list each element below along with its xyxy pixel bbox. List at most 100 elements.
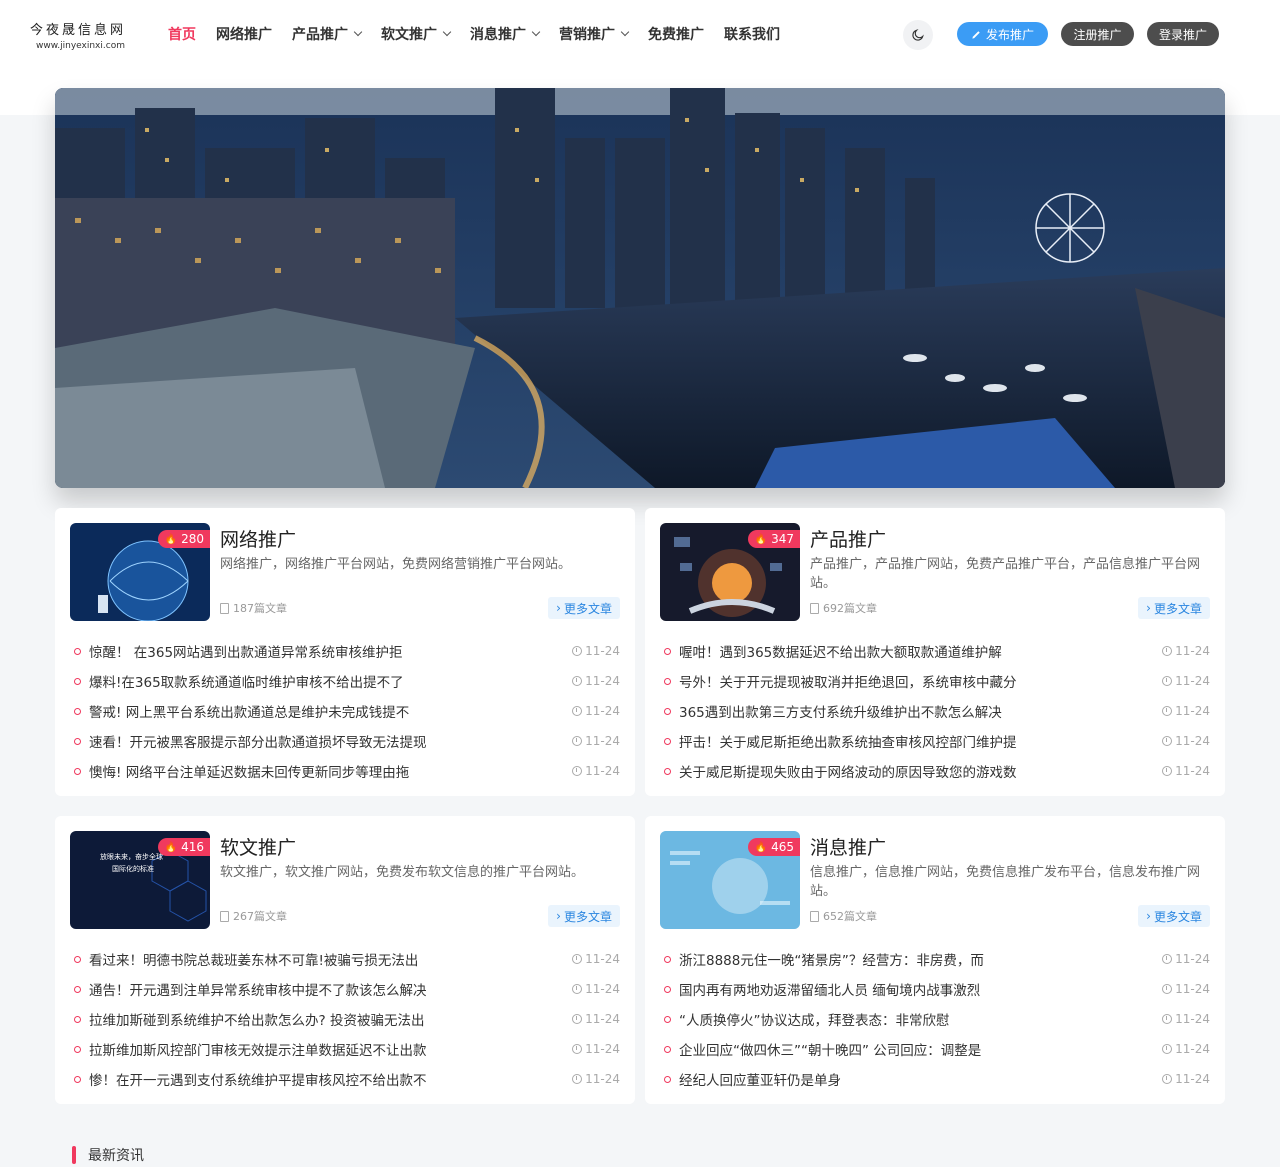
list-item[interactable]: 国内再有两地劝返滞留缅北人员 缅甸境内战事激烈 11-24: [660, 974, 1210, 1004]
list-item[interactable]: 号外！关于开元提现被取消并拒绝退回，系统审核中藏分 11-24: [660, 666, 1210, 696]
category-title[interactable]: 软文推广: [220, 833, 296, 860]
clock-icon: [572, 646, 583, 656]
date-text: 11-24: [1175, 1012, 1210, 1026]
site-logo[interactable]: 今夜晟信息网 www.jinyexinxi.com: [30, 22, 140, 52]
nav-item-2[interactable]: 产品推广: [292, 24, 363, 44]
chevron-down-icon: [353, 27, 363, 37]
more-articles-button[interactable]: › 更多文章: [548, 905, 620, 927]
more-articles-button[interactable]: › 更多文章: [1138, 905, 1210, 927]
bullet-icon: [664, 1045, 671, 1053]
clock-icon: [572, 1074, 583, 1084]
nav-item-1[interactable]: 网络推广: [216, 24, 272, 44]
list-item[interactable]: “人质换停火”协议达成，拜登表态：非常欣慰 11-24: [660, 1004, 1210, 1034]
article-title[interactable]: 警戒! 网上黑平台系统出款通道总是维护未完成钱提不: [89, 701, 409, 721]
article-title[interactable]: 国内再有两地劝返滞留缅北人员 缅甸境内战事激烈: [679, 979, 980, 999]
article-date: 11-24: [572, 1072, 620, 1086]
article-title[interactable]: 拉斯维加斯风控部门审核无效提示注单数据延迟不让出款: [89, 1039, 427, 1059]
article-date: 11-24: [1162, 764, 1210, 778]
article-count: 652篇文章: [810, 908, 877, 924]
article-title[interactable]: 经纪人回应董亚轩仍是单身: [679, 1069, 841, 1089]
article-date: 11-24: [572, 1042, 620, 1056]
nav-item-5[interactable]: 营销推广: [559, 24, 630, 44]
hero-banner[interactable]: [55, 88, 1225, 488]
category-title[interactable]: 产品推广: [810, 525, 886, 552]
category-title[interactable]: 消息推广: [810, 833, 886, 860]
category-thumbnail[interactable]: 🔥 280: [70, 523, 210, 621]
article-title[interactable]: 通告！开元遇到注单异常系统审核中提不了款该怎么解决: [89, 979, 427, 999]
nav-item-6[interactable]: 免费推广: [648, 24, 704, 44]
article-date: 11-24: [572, 952, 620, 966]
more-articles-button[interactable]: › 更多文章: [548, 597, 620, 619]
list-item[interactable]: 抨击！关于威尼斯拒绝出款系统抽查审核风控部门维护提 11-24: [660, 726, 1210, 756]
clock-icon: [572, 984, 583, 994]
article-count: 267篇文章: [220, 908, 287, 924]
article-title[interactable]: 看过来！明德书院总裁班姜东林不可靠!被骗亏损无法出: [89, 949, 418, 969]
article-date: 11-24: [1162, 1072, 1210, 1086]
article-count-text: 187篇文章: [233, 602, 287, 615]
hot-count: 416: [181, 840, 204, 854]
article-list: 喔咁！遇到365数据延迟不给出款大额取款通道维护解 11-24 号外！关于开元提现被…: [660, 636, 1210, 786]
category-description: 信息推广，信息推广网站，免费信息推广发布平台，信息发布推广网站。: [810, 865, 1201, 899]
clock-icon: [572, 736, 583, 746]
list-item[interactable]: 365遇到出款第三方支付系统升级维护出不款怎么解决 11-24: [660, 696, 1210, 726]
list-item[interactable]: 警戒! 网上黑平台系统出款通道总是维护未完成钱提不 11-24: [70, 696, 620, 726]
nav-item-4[interactable]: 消息推广: [470, 24, 541, 44]
category-thumbnail[interactable]: 🔥 347: [660, 523, 800, 621]
list-item[interactable]: 企业回应“做四休三”“朝十晚四” 公司回应：调整是 11-24: [660, 1034, 1210, 1064]
city-night-illustration: [55, 88, 1225, 488]
list-item[interactable]: 通告！开元遇到注单异常系统审核中提不了款该怎么解决 11-24: [70, 974, 620, 1004]
nav-item-3[interactable]: 软文推广: [381, 24, 452, 44]
list-item[interactable]: 速看！开元被黑客服提示部分出款通道损坏导致无法提现 11-24: [70, 726, 620, 756]
clock-icon: [1162, 676, 1173, 686]
theme-toggle-button[interactable]: [903, 20, 933, 50]
category-thumbnail[interactable]: 放眼未来，奋步全球 国际化的标准 🔥 416: [70, 831, 210, 929]
nav-label: 软文推广: [381, 27, 437, 43]
article-title[interactable]: 拉维加斯碰到系统维护不给出款怎么办? 投资被骗无法出: [89, 1009, 424, 1029]
article-title[interactable]: 抨击！关于威尼斯拒绝出款系统抽查审核风控部门维护提: [679, 731, 1017, 751]
article-title[interactable]: 速看！开元被黑客服提示部分出款通道损坏导致无法提现: [89, 731, 427, 751]
login-button[interactable]: 登录推广: [1147, 22, 1219, 46]
category-card: 🔥 465 消息推广信息推广，信息推广网站，免费信息推广发布平台，信息发布推广网站。…: [645, 816, 1225, 1104]
document-icon: [220, 910, 229, 922]
list-item[interactable]: 喔咁！遇到365数据延迟不给出款大额取款通道维护解 11-24: [660, 636, 1210, 666]
list-item[interactable]: 爆料!在365取款系统通道临时维护审核不给出提不了 11-24: [70, 666, 620, 696]
bullet-icon: [664, 1015, 671, 1023]
list-item[interactable]: 经纪人回应董亚轩仍是单身 11-24: [660, 1064, 1210, 1094]
article-title[interactable]: “人质换停火”协议达成，拜登表态：非常欣慰: [679, 1009, 950, 1029]
clock-icon: [572, 676, 583, 686]
article-date: 11-24: [572, 644, 620, 658]
list-item[interactable]: 拉维加斯碰到系统维护不给出款怎么办? 投资被骗无法出 11-24: [70, 1004, 620, 1034]
article-title[interactable]: 365遇到出款第三方支付系统升级维护出不款怎么解决: [679, 701, 1002, 721]
publish-button[interactable]: 发布推广: [957, 22, 1048, 46]
list-item[interactable]: 惨！在开一元遇到支付系统维护平提审核风控不给出款不 11-24: [70, 1064, 620, 1094]
list-item[interactable]: 看过来！明德书院总裁班姜东林不可靠!被骗亏损无法出 11-24: [70, 944, 620, 974]
date-text: 11-24: [1175, 704, 1210, 718]
date-text: 11-24: [1175, 1072, 1210, 1086]
article-title[interactable]: 关于威尼斯提现失败由于网络波动的原因导致您的游戏数: [679, 761, 1017, 781]
article-title[interactable]: 企业回应“做四休三”“朝十晚四” 公司回应：调整是: [679, 1039, 981, 1059]
register-button[interactable]: 注册推广: [1061, 22, 1134, 46]
category-title[interactable]: 网络推广: [220, 525, 296, 552]
nav-item-0[interactable]: 首页: [168, 24, 196, 44]
article-title[interactable]: 号外！关于开元提现被取消并拒绝退回，系统审核中藏分: [679, 671, 1017, 691]
bullet-icon: [74, 1075, 81, 1083]
list-item[interactable]: 拉斯维加斯风控部门审核无效提示注单数据延迟不让出款 11-24: [70, 1034, 620, 1064]
clock-icon: [572, 1014, 583, 1024]
article-title[interactable]: 懊悔! 网络平台注单延迟数据未回传更新同步等理由拖: [89, 761, 409, 781]
list-item[interactable]: 浙江8888元住一晚“猪景房”？经营方：非房费，而 11-24: [660, 944, 1210, 974]
nav-item-7[interactable]: 联系我们: [724, 24, 780, 44]
category-thumbnail[interactable]: 🔥 465: [660, 831, 800, 929]
article-title[interactable]: 惨！在开一元遇到支付系统维护平提审核风控不给出款不: [89, 1069, 427, 1089]
list-item[interactable]: 懊悔! 网络平台注单延迟数据未回传更新同步等理由拖 11-24: [70, 756, 620, 786]
article-title[interactable]: 爆料!在365取款系统通道临时维护审核不给出提不了: [89, 671, 404, 691]
list-item[interactable]: 惊醒！ 在365网站遇到出款通道异常系统审核维护拒 11-24: [70, 636, 620, 666]
hot-badge: 🔥 280: [157, 530, 210, 548]
article-title[interactable]: 喔咁！遇到365数据延迟不给出款大额取款通道维护解: [679, 641, 1002, 661]
bullet-icon: [664, 707, 671, 715]
article-title[interactable]: 惊醒！ 在365网站遇到出款通道异常系统审核维护拒: [89, 641, 403, 661]
article-title[interactable]: 浙江8888元住一晚“猪景房”？经营方：非房费，而: [679, 949, 984, 969]
more-articles-button[interactable]: › 更多文章: [1138, 597, 1210, 619]
list-item[interactable]: 关于威尼斯提现失败由于网络波动的原因导致您的游戏数 11-24: [660, 756, 1210, 786]
article-count-text: 267篇文章: [233, 910, 287, 923]
article-list: 看过来！明德书院总裁班姜东林不可靠!被骗亏损无法出 11-24 通告！开元遇到注单异…: [70, 944, 620, 1094]
